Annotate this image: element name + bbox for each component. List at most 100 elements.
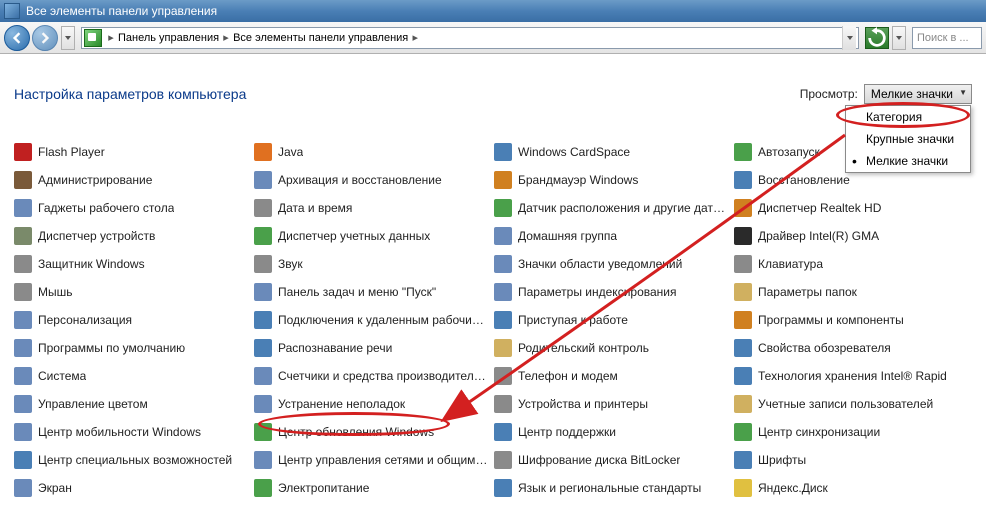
cp-item-label: Родительский контроль	[518, 341, 649, 355]
cp-item-label: Брандмауэр Windows	[518, 173, 638, 187]
address-bar[interactable]: ▸ Панель управления ▸ Все элементы панел…	[81, 27, 859, 49]
cp-item-icon	[734, 311, 752, 329]
nav-bar: ▸ Панель управления ▸ Все элементы панел…	[0, 22, 986, 54]
cp-item[interactable]: Дата и время	[254, 194, 492, 222]
cp-item[interactable]: Шрифты	[734, 446, 972, 474]
cp-item[interactable]: Драйвер Intel(R) GMA	[734, 222, 972, 250]
back-button[interactable]	[4, 25, 30, 51]
cp-item-label: Персонализация	[38, 313, 132, 327]
view-option-category[interactable]: Категория	[846, 106, 970, 128]
cp-item[interactable]: Датчик расположения и другие датч...	[494, 194, 732, 222]
cp-item-label: Устранение неполадок	[278, 397, 405, 411]
cp-item-label: Диспетчер учетных данных	[278, 229, 430, 243]
cp-item[interactable]: Администрирование	[14, 166, 252, 194]
address-dropdown[interactable]	[842, 26, 856, 50]
view-option-large-icons[interactable]: Крупные значки	[846, 128, 970, 150]
breadcrumb-seg-1[interactable]: Панель управления	[118, 32, 219, 44]
cp-item[interactable]: Звук	[254, 250, 492, 278]
cp-item-icon	[494, 339, 512, 357]
cp-item[interactable]: Домашняя группа	[494, 222, 732, 250]
cp-item-icon	[14, 171, 32, 189]
cp-item[interactable]: Родительский контроль	[494, 334, 732, 362]
cp-item[interactable]: Распознавание речи	[254, 334, 492, 362]
cp-item[interactable]: Программы по умолчанию	[14, 334, 252, 362]
chevron-right-icon[interactable]: ▸	[219, 31, 233, 44]
cp-item[interactable]: Диспетчер учетных данных	[254, 222, 492, 250]
cp-item[interactable]: Счетчики и средства производитель...	[254, 362, 492, 390]
breadcrumb-seg-2[interactable]: Все элементы панели управления	[233, 32, 408, 44]
refresh-dropdown[interactable]	[892, 26, 906, 50]
cp-item-label: Система	[38, 369, 86, 383]
cp-item[interactable]: Flash Player	[14, 138, 252, 166]
cp-item[interactable]: Мышь	[14, 278, 252, 306]
cp-item[interactable]: Windows CardSpace	[494, 138, 732, 166]
cp-item-label: Домашняя группа	[518, 229, 617, 243]
cp-item-label: Приступая к работе	[518, 313, 628, 327]
cp-item-label: Звук	[278, 257, 303, 271]
view-option-small-icons[interactable]: Мелкие значки	[846, 150, 970, 172]
cp-item[interactable]: Значки области уведомлений	[494, 250, 732, 278]
cp-item[interactable]: Архивация и восстановление	[254, 166, 492, 194]
search-input[interactable]: Поиск в ...	[912, 27, 982, 49]
cp-item[interactable]: Система	[14, 362, 252, 390]
cp-item[interactable]: Центр мобильности Windows	[14, 418, 252, 446]
cp-item[interactable]: Свойства обозревателя	[734, 334, 972, 362]
cp-item-label: Электропитание	[278, 481, 369, 495]
cp-item[interactable]: Клавиатура	[734, 250, 972, 278]
cp-item-label: Центр специальных возможностей	[38, 453, 232, 467]
content-area: Настройка параметров компьютера Просмотр…	[0, 54, 986, 512]
cp-item-label: Значки области уведомлений	[518, 257, 682, 271]
view-selector: Просмотр: Мелкие значки Категория Крупны…	[800, 84, 972, 104]
cp-item-label: Диспетчер Realtek HD	[758, 201, 881, 215]
cp-item[interactable]: Центр синхронизации	[734, 418, 972, 446]
cp-item[interactable]: Приступая к работе	[494, 306, 732, 334]
cp-item[interactable]: Яндекс.Диск	[734, 474, 972, 502]
cp-item[interactable]: Язык и региональные стандарты	[494, 474, 732, 502]
cp-item[interactable]: Электропитание	[254, 474, 492, 502]
cp-item-label: Центр поддержки	[518, 425, 616, 439]
system-icon	[4, 3, 20, 19]
cp-item-label: Клавиатура	[758, 257, 823, 271]
cp-item[interactable]: Подключения к удаленным рабочим с...	[254, 306, 492, 334]
view-dropdown[interactable]: Мелкие значки Категория Крупные значки М…	[864, 84, 972, 104]
cp-item-label: Яндекс.Диск	[758, 481, 828, 495]
cp-item[interactable]: Устройства и принтеры	[494, 390, 732, 418]
refresh-button[interactable]	[865, 27, 889, 49]
cp-item[interactable]: Шифрование диска BitLocker	[494, 446, 732, 474]
cp-item[interactable]: Экран	[14, 474, 252, 502]
cp-item[interactable]: Центр специальных возможностей	[14, 446, 252, 474]
cp-item-label: Параметры индексирования	[518, 285, 676, 299]
cp-item[interactable]: Управление цветом	[14, 390, 252, 418]
cp-item[interactable]: Гаджеты рабочего стола	[14, 194, 252, 222]
cp-item[interactable]: Программы и компоненты	[734, 306, 972, 334]
cp-item[interactable]: Параметры папок	[734, 278, 972, 306]
cp-item-label: Шрифты	[758, 453, 806, 467]
cp-item-icon	[734, 199, 752, 217]
chevron-right-icon[interactable]: ▸	[408, 31, 422, 44]
cp-item[interactable]: Центр обновления Windows	[254, 418, 492, 446]
cp-item[interactable]: Устранение неполадок	[254, 390, 492, 418]
cp-item-icon	[494, 311, 512, 329]
cp-item[interactable]: Брандмауэр Windows	[494, 166, 732, 194]
cp-item[interactable]: Параметры индексирования	[494, 278, 732, 306]
cp-item[interactable]: Защитник Windows	[14, 250, 252, 278]
cp-item[interactable]: Центр управления сетями и общим д...	[254, 446, 492, 474]
cp-item[interactable]: Учетные записи пользователей	[734, 390, 972, 418]
cp-item[interactable]: Телефон и модем	[494, 362, 732, 390]
cp-item-icon	[494, 479, 512, 497]
cp-item-icon	[254, 255, 272, 273]
cp-item[interactable]: Технология хранения Intel® Rapid	[734, 362, 972, 390]
cp-item[interactable]: Диспетчер Realtek HD	[734, 194, 972, 222]
history-dropdown[interactable]	[61, 26, 75, 50]
cp-item[interactable]: Персонализация	[14, 306, 252, 334]
cp-item[interactable]: Панель задач и меню "Пуск"	[254, 278, 492, 306]
cp-item[interactable]: Центр поддержки	[494, 418, 732, 446]
cp-item-label: Экран	[38, 481, 72, 495]
cp-item-icon	[494, 171, 512, 189]
forward-button[interactable]	[32, 25, 58, 51]
cp-item[interactable]: Java	[254, 138, 492, 166]
chevron-right-icon[interactable]: ▸	[104, 31, 118, 44]
cp-item[interactable]: Диспетчер устройств	[14, 222, 252, 250]
cp-item-icon	[494, 451, 512, 469]
cp-item-label: Windows CardSpace	[518, 145, 630, 159]
